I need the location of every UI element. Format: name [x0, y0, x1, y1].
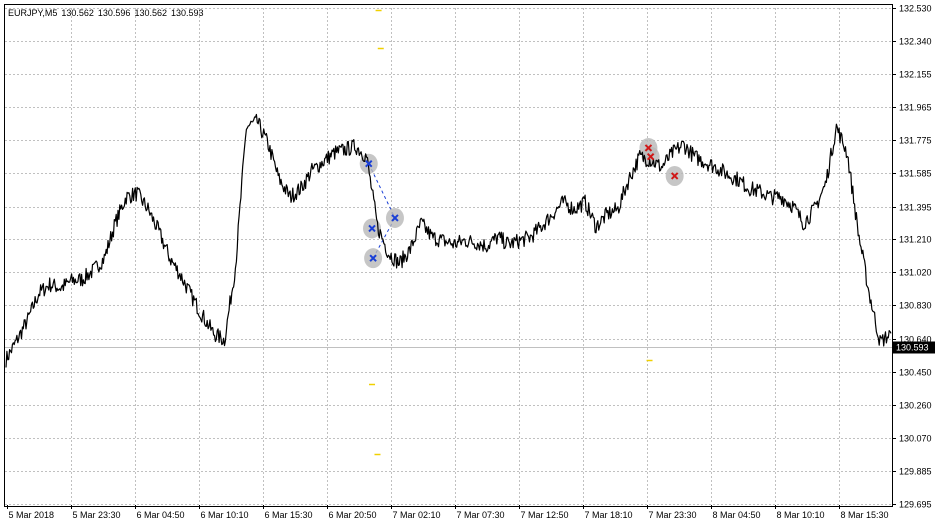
open-value: 130.562 — [61, 8, 94, 18]
x-tick-label: 6 Mar 20:50 — [329, 510, 377, 520]
price-chart: 132.530 132.340 132.155 131.965 131.775 131.5… — [5, 4, 935, 520]
close-value: 130.593 — [171, 8, 204, 18]
y-tick-label: 130.070 — [899, 434, 932, 444]
y-tick-label: 130.260 — [899, 401, 932, 411]
price-series-line — [5, 113, 892, 368]
grid-layer — [5, 8, 892, 505]
high-value: 130.596 — [97, 8, 131, 18]
x-tick-label: 7 Mar 18:10 — [585, 510, 633, 520]
y-tick-label: 131.020 — [899, 268, 932, 278]
x-tick-label: 7 Mar 07:30 — [457, 510, 505, 520]
x-tick-label: 7 Mar 02:10 — [393, 510, 441, 520]
x-tick-label: 5 Mar 2018 — [9, 510, 55, 520]
chart-header: EURJPY,M5 130.562 130.596 130.562 130.593 — [8, 8, 208, 18]
marker-layer — [365, 9, 679, 456]
y-tick-label: 132.530 — [899, 4, 932, 14]
x-tick-label: 8 Mar 10:10 — [777, 510, 825, 520]
y-tick-label: 131.395 — [899, 203, 932, 213]
y-tick-label: 131.965 — [899, 103, 932, 113]
y-tick-label: 130.830 — [899, 301, 932, 311]
current-price-label: 130.593 — [896, 343, 929, 353]
y-tick-label: 131.585 — [899, 169, 932, 179]
x-tick-label: 6 Mar 04:50 — [137, 510, 185, 520]
x-tick-label: 7 Mar 23:30 — [649, 510, 697, 520]
x-tick-label: 8 Mar 15:30 — [841, 510, 889, 520]
x-tick-label: 6 Mar 10:10 — [201, 510, 249, 520]
x-tick-label: 6 Mar 15:30 — [265, 510, 313, 520]
x-tick-label: 5 Mar 23:30 — [73, 510, 121, 520]
x-tick-label: 7 Mar 12:50 — [521, 510, 569, 520]
y-tick-label: 131.775 — [899, 136, 932, 146]
y-tick-label: 129.885 — [899, 467, 932, 477]
symbol-label: EURJPY,M5 — [8, 8, 58, 18]
y-tick-label: 130.450 — [899, 368, 932, 378]
y-tick-label: 132.340 — [899, 37, 932, 47]
y-tick-label: 131.210 — [899, 235, 932, 245]
y-tick-label: 129.695 — [899, 500, 932, 510]
y-tick-label: 132.155 — [899, 70, 932, 80]
chart-window[interactable]: 132.530 132.340 132.155 131.965 131.775 131.5… — [0, 0, 941, 522]
x-tick-label: 8 Mar 04:50 — [713, 510, 761, 520]
time-axis: 5 Mar 2018 5 Mar 23:30 6 Mar 04:50 6 Mar 10… — [7, 505, 889, 520]
price-axis: 132.530 132.340 132.155 131.965 131.775 131.5… — [892, 4, 935, 510]
series-layer — [5, 113, 892, 368]
low-value: 130.562 — [134, 8, 167, 18]
